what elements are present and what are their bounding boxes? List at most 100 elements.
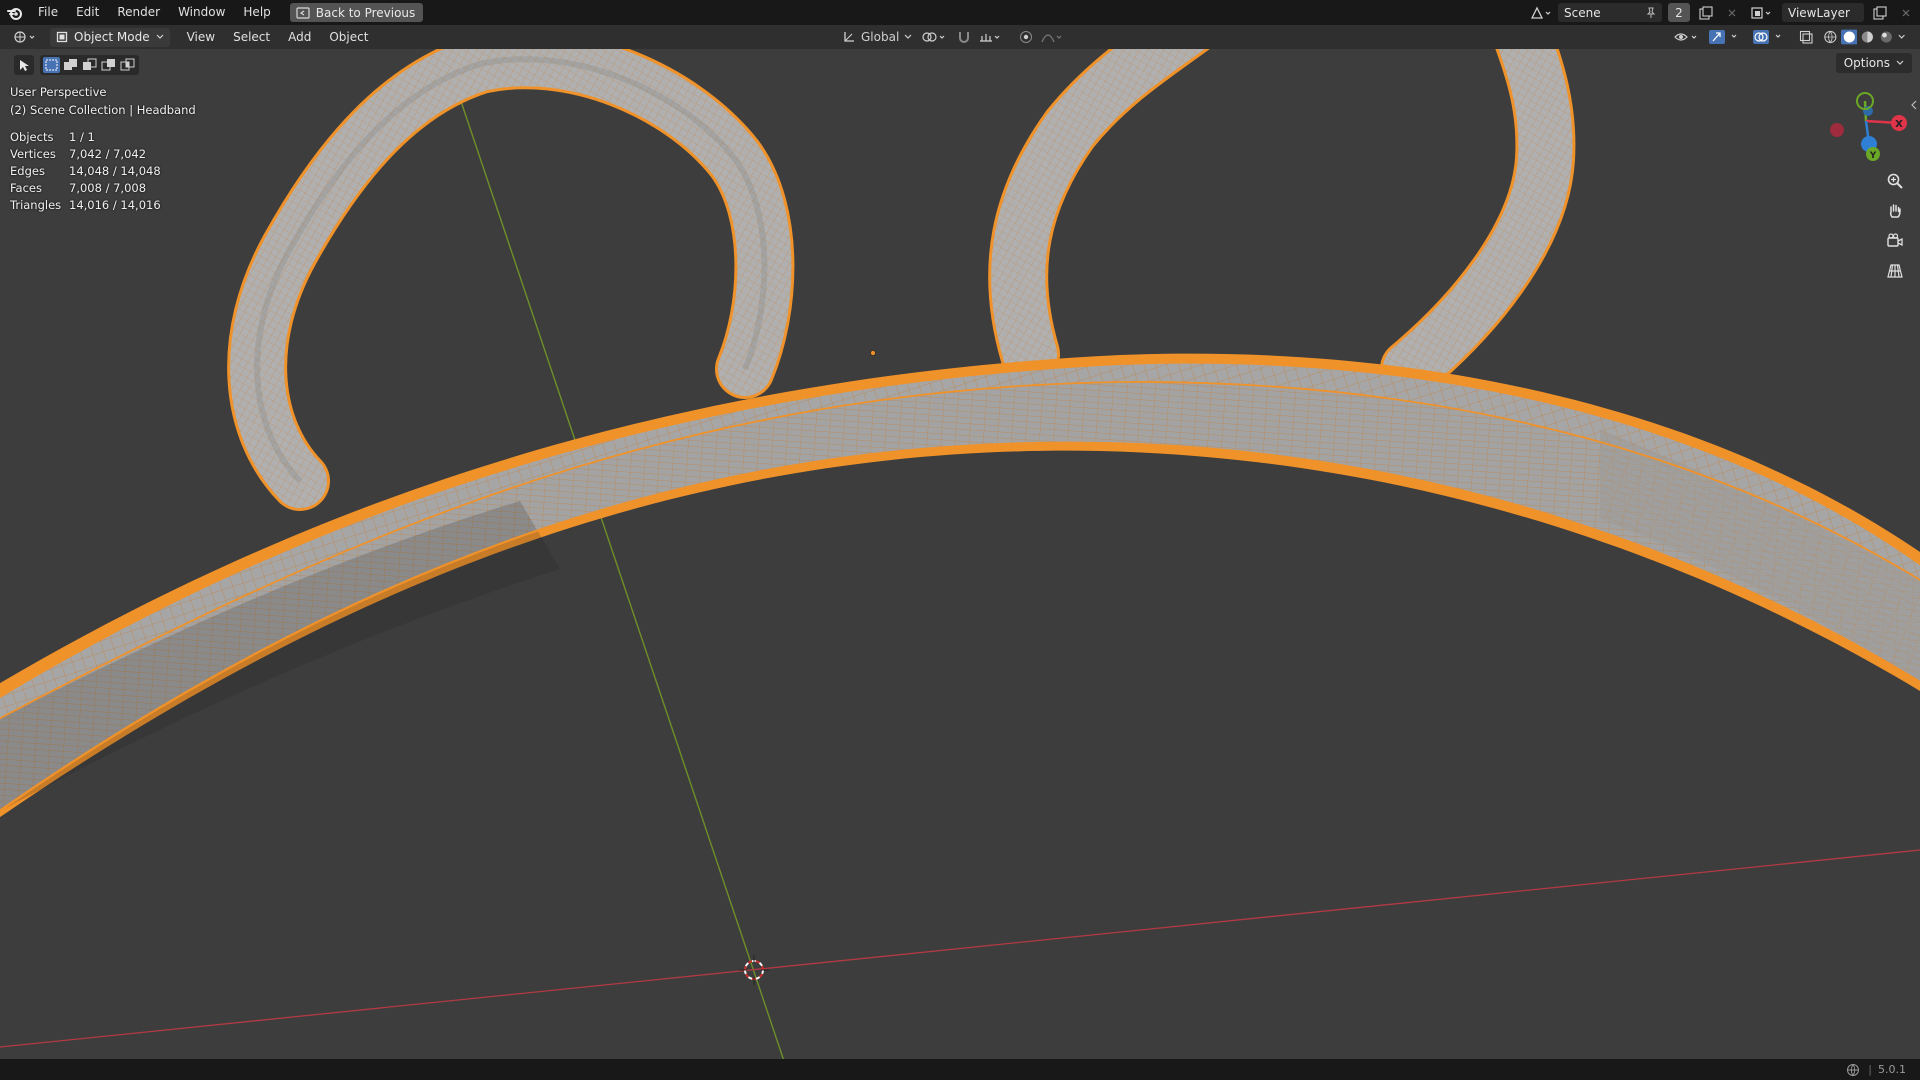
right-loop-tube-right[interactable] xyxy=(1380,49,1576,399)
proportional-editing-toggle[interactable] xyxy=(1016,28,1036,47)
x-axis-line xyxy=(0,849,1920,1048)
viewport-display-tools xyxy=(1674,27,1906,47)
view-layer-browse-button[interactable] xyxy=(1748,3,1776,22)
falloff-curve-icon xyxy=(1041,34,1062,43)
solid-shading-icon[interactable] xyxy=(1840,29,1858,45)
menu-add[interactable]: Add xyxy=(279,30,320,44)
viewport-text-overlay: User Perspective (2) Scene Collection | … xyxy=(10,83,196,214)
topbar-right-group: Scene 2 ViewLayer xyxy=(1530,0,1920,25)
gizmo-x-neg[interactable] xyxy=(1830,123,1844,137)
wireframe-shading-icon[interactable] xyxy=(1822,29,1839,45)
screen-back-icon xyxy=(296,6,310,19)
scene-users-label: 2 xyxy=(1675,5,1683,20)
select-subtract-icon[interactable] xyxy=(81,57,98,73)
options-dropdown[interactable]: Options xyxy=(1835,53,1912,73)
stat-row: Vertices 7,042 / 7,042 xyxy=(10,146,196,163)
blender-version: 5.0.1 xyxy=(1878,1063,1906,1076)
menu-file[interactable]: File xyxy=(29,0,67,25)
network-globe-icon[interactable] xyxy=(1846,1063,1862,1077)
gizmo-icon xyxy=(1709,30,1737,44)
view-name: User Perspective xyxy=(10,85,107,99)
camera-view-button[interactable] xyxy=(1882,229,1908,253)
gizmo-y-label: Y xyxy=(1869,151,1877,161)
menu-object[interactable]: Object xyxy=(320,30,377,44)
menu-edit[interactable]: Edit xyxy=(67,0,108,25)
sidebar-expand-icon[interactable] xyxy=(1910,99,1918,111)
navigation-gizmo[interactable]: X Y xyxy=(1830,92,1907,161)
chevron-down-icon xyxy=(904,34,912,39)
3d-viewport-icon xyxy=(14,31,35,43)
pin-icon[interactable] xyxy=(1646,7,1656,19)
3d-viewport[interactable]: X Y Options User Perspective (2) Scene C… xyxy=(0,49,1920,1059)
scene-users-count[interactable]: 2 xyxy=(1668,3,1690,22)
menu-help[interactable]: Help xyxy=(234,0,279,25)
select-intersect-icon[interactable] xyxy=(119,57,136,73)
magnet-icon xyxy=(959,32,970,43)
delete-scene-button[interactable] xyxy=(1722,3,1742,22)
duplicate-icon xyxy=(1699,5,1713,20)
stat-value: 7,008 / 7,008 xyxy=(69,181,147,195)
menu-render[interactable]: Render xyxy=(108,0,169,25)
scene-name-field[interactable]: Scene xyxy=(1558,3,1662,22)
select-new-icon[interactable] xyxy=(43,57,60,73)
select-invert-icon[interactable] xyxy=(100,57,117,73)
top-menu-bar: File Edit Render Window Help Back to Pre… xyxy=(0,0,1920,25)
scene-browse-button[interactable] xyxy=(1530,3,1552,22)
material-preview-icon[interactable] xyxy=(1859,29,1876,45)
zoom-magnifier-icon xyxy=(1887,173,1903,189)
chevron-down-icon xyxy=(156,34,164,39)
stat-label: Objects xyxy=(10,130,54,144)
collection-info: (2) Scene Collection | Headband xyxy=(10,103,196,117)
scene-icon xyxy=(1530,6,1551,19)
stat-row: Edges 14,048 / 14,048 xyxy=(10,163,196,180)
object-visibility-dropdown[interactable] xyxy=(1674,28,1702,47)
proportional-falloff-dropdown[interactable] xyxy=(1040,28,1066,47)
xray-toggle[interactable] xyxy=(1796,28,1816,47)
status-bar: | 5.0.1 xyxy=(0,1059,1920,1080)
delete-view-layer-button[interactable] xyxy=(1896,3,1916,22)
perspective-toggle-button[interactable] xyxy=(1882,259,1908,283)
grid-perspective-icon xyxy=(1887,264,1903,278)
snap-increment-icon xyxy=(980,34,1000,42)
object-mode-dropdown[interactable]: Object Mode xyxy=(50,27,170,47)
viewport-scene[interactable]: X Y xyxy=(0,49,1920,1059)
menu-view[interactable]: View xyxy=(178,30,224,44)
stat-label: Faces xyxy=(10,181,42,195)
select-extend-icon[interactable] xyxy=(62,57,79,73)
transform-orientation-dropdown[interactable]: Global xyxy=(838,28,916,47)
menu-select[interactable]: Select xyxy=(224,30,279,44)
object-mode-icon xyxy=(56,31,68,43)
view-layer-field[interactable]: ViewLayer xyxy=(1782,3,1864,22)
stat-value: 14,016 / 14,016 xyxy=(69,198,161,212)
new-scene-button[interactable] xyxy=(1696,3,1716,22)
snap-target-dropdown[interactable] xyxy=(978,28,1004,47)
zoom-button[interactable] xyxy=(1882,169,1908,193)
options-label: Options xyxy=(1843,56,1890,70)
pan-button[interactable] xyxy=(1882,199,1908,223)
scene-name: Scene xyxy=(1564,5,1601,20)
scene-statistics: Objects 1 / 1 Vertices 7,042 / 7,042 Edg… xyxy=(10,129,196,214)
back-to-previous-button[interactable]: Back to Previous xyxy=(289,3,424,22)
xray-icon xyxy=(1799,30,1813,44)
blender-logo-icon[interactable] xyxy=(7,5,23,21)
chevron-down-icon[interactable] xyxy=(1897,33,1906,41)
overlays-toggle[interactable] xyxy=(1752,28,1790,47)
pivot-icon xyxy=(922,32,945,42)
right-loop-tube-left[interactable] xyxy=(988,49,1210,384)
chevron-down-icon xyxy=(1896,60,1904,65)
stat-label: Triangles xyxy=(10,198,62,212)
rendered-shading-icon[interactable] xyxy=(1878,29,1895,45)
snap-toggle[interactable] xyxy=(954,28,974,47)
navigation-buttons xyxy=(1882,169,1908,283)
new-view-layer-button[interactable] xyxy=(1870,3,1890,22)
cursor-arrow-icon xyxy=(20,60,29,71)
editor-type-button[interactable] xyxy=(12,28,42,47)
pivot-point-dropdown[interactable] xyxy=(920,28,950,47)
stat-row: Triangles 14,016 / 14,016 xyxy=(10,197,196,214)
stat-label: Edges xyxy=(10,164,45,178)
orientation-icon xyxy=(844,32,854,42)
select-tool-button[interactable] xyxy=(14,55,34,75)
gizmo-toggle[interactable] xyxy=(1708,28,1746,47)
menu-window[interactable]: Window xyxy=(169,0,234,25)
close-icon xyxy=(1902,9,1910,16)
